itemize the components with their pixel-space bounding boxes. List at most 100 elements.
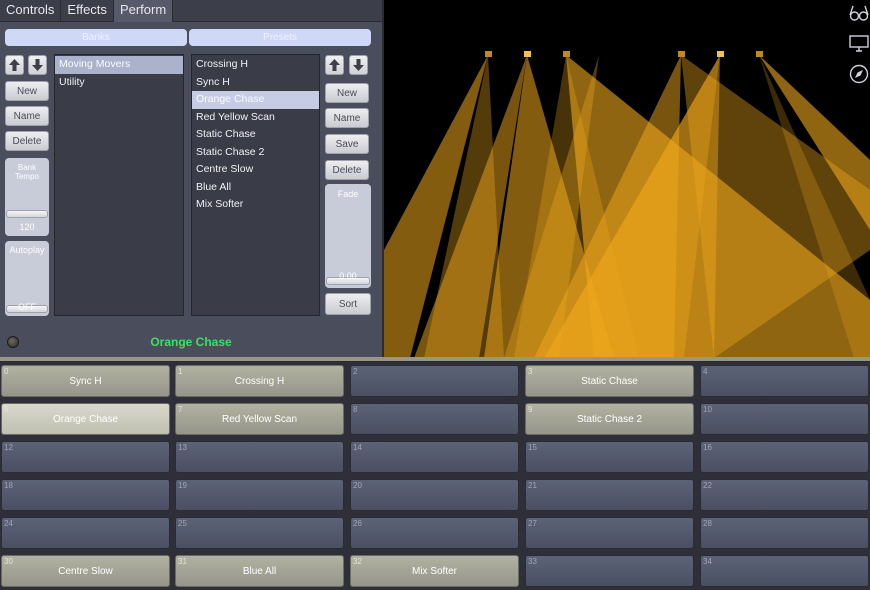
preset-slot-button[interactable]: 5 Orange Chase bbox=[1, 403, 170, 435]
preset-list-item[interactable]: Blue All bbox=[192, 179, 319, 197]
light-beams bbox=[384, 51, 870, 358]
empty-preset-slot[interactable]: 14 bbox=[350, 441, 519, 473]
monitor-icon[interactable] bbox=[849, 33, 869, 53]
sort-button[interactable]: Sort bbox=[325, 293, 371, 315]
preset-slot-button[interactable]: 9 Static Chase 2 bbox=[525, 403, 694, 435]
bank-name-button[interactable]: Name bbox=[5, 106, 49, 126]
bank-tempo-slider[interactable]: Bank Tempo 120 bbox=[5, 158, 49, 236]
preset-list-item[interactable]: Centre Slow bbox=[192, 161, 319, 179]
slot-label bbox=[176, 442, 343, 472]
slot-label bbox=[701, 366, 868, 396]
light-fixture bbox=[563, 51, 570, 57]
preset-list-item[interactable]: Static Chase 2 bbox=[192, 144, 319, 162]
empty-preset-slot[interactable]: 28 bbox=[700, 517, 869, 549]
empty-preset-slot[interactable]: 10 bbox=[700, 403, 869, 435]
empty-preset-slot[interactable]: 21 bbox=[525, 479, 694, 511]
empty-preset-slot[interactable]: 19 bbox=[175, 479, 344, 511]
banks-list[interactable]: Moving Movers Utility bbox=[54, 54, 184, 316]
control-panel: Controls Effects Perform Banks Presets N… bbox=[0, 0, 382, 358]
slot-label: Blue All bbox=[242, 566, 277, 577]
slot-label bbox=[526, 480, 693, 510]
empty-preset-slot[interactable]: 27 bbox=[525, 517, 694, 549]
light-fixture bbox=[524, 51, 531, 57]
preset-list-item[interactable]: Orange Chase bbox=[192, 91, 319, 109]
presets-list[interactable]: Crossing H Sync H Orange Chase Red Yellow S… bbox=[191, 54, 320, 316]
empty-preset-slot[interactable]: 34 bbox=[700, 555, 869, 587]
preset-slot-button[interactable]: 7 Red Yellow Scan bbox=[175, 403, 344, 435]
empty-preset-slot[interactable]: 33 bbox=[525, 555, 694, 587]
bank-tempo-thumb[interactable] bbox=[6, 210, 48, 218]
preset-list-item[interactable]: Static Chase bbox=[192, 126, 319, 144]
preset-move-up-button[interactable] bbox=[325, 55, 344, 75]
empty-preset-slot[interactable]: 22 bbox=[700, 479, 869, 511]
slot-label: Static Chase 2 bbox=[576, 414, 643, 425]
slot-label: Crossing H bbox=[234, 376, 285, 387]
empty-preset-slot[interactable]: 18 bbox=[1, 479, 170, 511]
bank-delete-button[interactable]: Delete bbox=[5, 131, 49, 151]
preset-new-button[interactable]: New bbox=[325, 83, 369, 103]
slot-label bbox=[526, 556, 693, 586]
preset-name-button[interactable]: Name bbox=[325, 108, 369, 128]
empty-preset-slot[interactable]: 20 bbox=[350, 479, 519, 511]
slot-label bbox=[351, 404, 518, 434]
fade-slider[interactable]: Fade 0.00 bbox=[325, 184, 371, 288]
preset-slot-button[interactable]: 30 Centre Slow bbox=[1, 555, 170, 587]
light-fixture bbox=[678, 51, 685, 57]
slot-label: Red Yellow Scan bbox=[221, 414, 298, 425]
empty-preset-slot[interactable]: 24 bbox=[1, 517, 170, 549]
tab-bar-fill bbox=[168, 0, 382, 22]
preset-slot-button[interactable]: 32 Mix Softer bbox=[350, 555, 519, 587]
bank-new-button[interactable]: New bbox=[5, 81, 49, 101]
empty-preset-slot[interactable]: 2 bbox=[350, 365, 519, 397]
empty-preset-slot[interactable]: 26 bbox=[350, 517, 519, 549]
fade-label: Fade bbox=[337, 189, 359, 199]
preset-list-item[interactable]: Crossing H bbox=[192, 56, 319, 74]
autoplay-slider[interactable]: Autoplay OFF bbox=[5, 241, 49, 316]
empty-preset-slot[interactable]: 12 bbox=[1, 441, 170, 473]
preset-slot-button[interactable]: 3 Static Chase bbox=[525, 365, 694, 397]
empty-preset-slot[interactable]: 15 bbox=[525, 441, 694, 473]
autoplay-label: Autoplay bbox=[9, 245, 45, 255]
slot-label bbox=[701, 442, 868, 472]
empty-preset-slot[interactable]: 13 bbox=[175, 441, 344, 473]
preset-delete-button[interactable]: Delete bbox=[325, 160, 369, 180]
preset-list-item[interactable]: Mix Softer bbox=[192, 196, 319, 214]
preset-move-down-button[interactable] bbox=[349, 55, 368, 75]
preset-slot-button[interactable]: 1 Crossing H bbox=[175, 365, 344, 397]
up-arrow-icon bbox=[329, 59, 340, 71]
slot-label bbox=[351, 366, 518, 396]
bank-tempo-label: Bank Tempo bbox=[14, 163, 39, 181]
light-fixture bbox=[756, 51, 763, 57]
preset-save-button[interactable]: Save bbox=[325, 134, 369, 154]
slot-label bbox=[351, 518, 518, 548]
tab-effects[interactable]: Effects bbox=[61, 0, 114, 22]
slot-label: Orange Chase bbox=[52, 414, 119, 425]
empty-preset-slot[interactable]: 25 bbox=[175, 517, 344, 549]
slot-label bbox=[701, 556, 868, 586]
bank-list-item[interactable]: Utility bbox=[55, 74, 183, 92]
3d-glasses-icon[interactable] bbox=[849, 3, 869, 23]
bank-list-item[interactable]: Moving Movers bbox=[55, 56, 183, 74]
bank-move-down-button[interactable] bbox=[28, 55, 47, 75]
bank-tempo-value: 120 bbox=[19, 222, 35, 232]
preset-list-item[interactable]: Red Yellow Scan bbox=[192, 109, 319, 127]
slot-label bbox=[701, 518, 868, 548]
preset-slot-button[interactable]: 31 Blue All bbox=[175, 555, 344, 587]
slot-label bbox=[701, 404, 868, 434]
presets-header: Presets bbox=[189, 29, 371, 46]
slot-label bbox=[351, 442, 518, 472]
empty-preset-slot[interactable]: 16 bbox=[700, 441, 869, 473]
preset-list-item[interactable]: Sync H bbox=[192, 74, 319, 92]
tab-controls[interactable]: Controls bbox=[0, 0, 62, 22]
slot-label bbox=[526, 442, 693, 472]
up-arrow-icon bbox=[9, 59, 20, 71]
compass-icon[interactable] bbox=[849, 64, 869, 84]
empty-preset-slot[interactable]: 8 bbox=[350, 403, 519, 435]
preset-slot-button[interactable]: 0 Sync H bbox=[1, 365, 170, 397]
preset-grid: 0 Sync H 1 Crossing H 2 3 Static Chase 4 5 Orange… bbox=[0, 362, 870, 590]
slot-label: Sync H bbox=[69, 376, 102, 387]
bank-move-up-button[interactable] bbox=[5, 55, 24, 75]
tab-perform[interactable]: Perform bbox=[113, 0, 174, 22]
autoplay-value: OFF bbox=[18, 302, 36, 312]
empty-preset-slot[interactable]: 4 bbox=[700, 365, 869, 397]
